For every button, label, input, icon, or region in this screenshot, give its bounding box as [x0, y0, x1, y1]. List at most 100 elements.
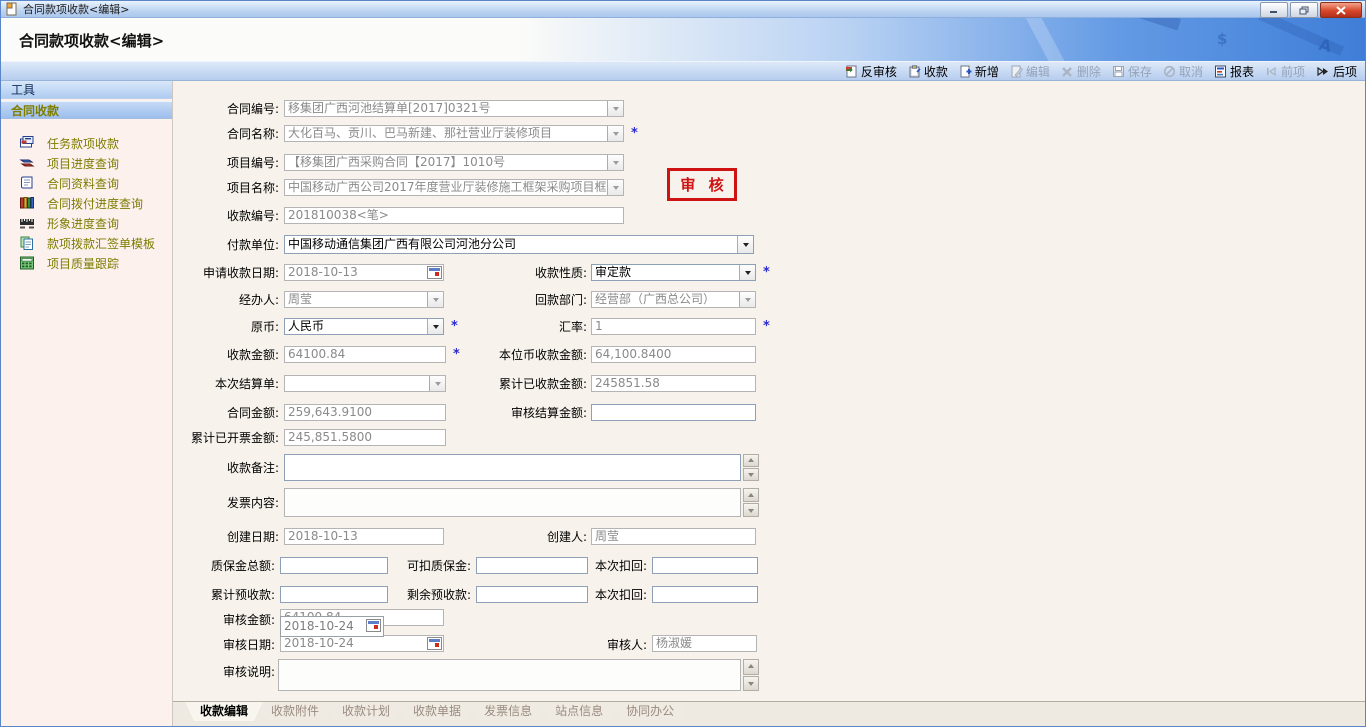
creator-value: 周莹: [595, 529, 619, 543]
sidebar-item-quality-track[interactable]: 项目质量跟踪: [1, 253, 172, 273]
anti-audit-button[interactable]: 反审核: [845, 63, 897, 80]
receipt-nature-dropdown-button[interactable]: [739, 265, 755, 280]
receipt-button[interactable]: 收款: [908, 63, 948, 80]
audit-settlement-field[interactable]: [591, 404, 756, 421]
cancel-button: 取消: [1163, 63, 1203, 80]
spin-up-icon: [743, 488, 759, 502]
receipt-label: 收款: [924, 63, 948, 80]
calendar-icon[interactable]: [427, 266, 442, 279]
audit-note-textarea[interactable]: [278, 659, 741, 691]
tab-receipt-bill[interactable]: 收款单据: [398, 702, 476, 721]
required-asterisk: *: [451, 320, 458, 334]
edit-icon: [1010, 65, 1023, 78]
tab-receipt-attachment[interactable]: 收款附件: [256, 702, 334, 721]
receipt-note-spinner[interactable]: [743, 454, 759, 481]
sidebar-item-task-receipt[interactable]: 任务款项收款: [1, 133, 172, 153]
minimize-button[interactable]: [1260, 2, 1288, 18]
floating-date-value: 2018-10-24: [284, 619, 354, 633]
receipt-nature-field[interactable]: 审定款: [591, 264, 756, 281]
payer-dropdown-button[interactable]: [737, 236, 753, 253]
apply-date-field[interactable]: 2018-10-13: [284, 264, 444, 281]
restore-button[interactable]: [1290, 2, 1318, 18]
audit-note-spinner[interactable]: [743, 659, 759, 691]
receipt-note-textarea[interactable]: [284, 454, 741, 481]
receipt-icon: [908, 65, 921, 78]
contract-name-field: 大化百马、贡川、巴马新建、那社营业厅装修项目: [284, 125, 624, 142]
apply-date-value: 2018-10-13: [288, 265, 358, 279]
close-button[interactable]: [1320, 2, 1362, 18]
sidebar-section-header[interactable]: 合同收款: [1, 101, 172, 119]
contract-no-label: 合同编号:: [161, 101, 279, 117]
sidebar-item-appropriation-progress[interactable]: 合同拨付进度查询: [1, 193, 172, 213]
anti-audit-label: 反审核: [861, 63, 897, 80]
invoice-content-label: 发票内容:: [161, 495, 279, 511]
spin-down-icon[interactable]: [743, 676, 759, 692]
window-title: 合同款项收款<编辑>: [23, 1, 129, 17]
return-dept-field: 经营部（广西总公司）: [591, 291, 756, 308]
spin-up-icon[interactable]: [743, 454, 759, 467]
tab-label: 站点信息: [555, 704, 603, 718]
add-icon: [959, 65, 972, 78]
tab-invoice-info[interactable]: 发票信息: [469, 702, 547, 721]
receipt-amount-field[interactable]: 64100.84: [284, 346, 446, 363]
currency-dropdown-button[interactable]: [427, 319, 443, 334]
return-dept-dropdown-button: [739, 292, 755, 307]
spin-down-icon: [743, 503, 759, 517]
page-title: 合同款项收款<编辑>: [19, 30, 164, 51]
tab-label: 收款附件: [271, 704, 319, 718]
project-no-value: 【移集团广西采购合同【2017】1010号: [288, 155, 505, 169]
sidebar-item-project-progress[interactable]: 项目进度查询: [1, 153, 172, 173]
appropriation-progress-icon: [19, 195, 35, 211]
contract-no-value: 移集团广西河池结算单[2017]0321号: [288, 101, 490, 115]
tab-receipt-edit[interactable]: 收款编辑: [185, 702, 263, 721]
create-date-field: 2018-10-13: [284, 528, 444, 545]
sidebar-item-template[interactable]: 款项拨款汇签单模板: [1, 233, 172, 253]
calendar-icon[interactable]: [366, 619, 381, 632]
edit-label: 编辑: [1026, 63, 1050, 80]
sidebar: 工具 合同收款 任务款项收款 项目进度查询: [1, 81, 173, 727]
sidebar-item-label: 项目质量跟踪: [47, 255, 119, 272]
minimize-icon: [1269, 6, 1279, 14]
payer-label: 付款单位:: [161, 237, 279, 253]
calendar-icon[interactable]: [427, 637, 442, 650]
auditor-value: 杨淑媛: [656, 636, 692, 650]
tab-site-info[interactable]: 站点信息: [540, 702, 618, 721]
next-button[interactable]: 后项: [1316, 63, 1357, 80]
tab-receipt-plan[interactable]: 收款计划: [327, 702, 405, 721]
contract-no-field: 移集团广西河池结算单[2017]0321号: [284, 100, 624, 117]
project-name-field: 中国移动广西公司2017年度营业厅装修施工框架采购项目框架: [284, 179, 624, 196]
contract-name-dropdown-button: [607, 126, 623, 141]
project-no-label: 项目编号:: [161, 155, 279, 171]
edit-button: 编辑: [1010, 63, 1050, 80]
floating-date-picker[interactable]: 2018-10-24: [280, 616, 384, 637]
audit-date-field[interactable]: 2018-10-24: [280, 635, 444, 652]
sidebar-tools-header[interactable]: 工具: [1, 81, 172, 99]
currency-field[interactable]: 人民币: [284, 318, 444, 335]
receipt-nature-label: 收款性质:: [471, 265, 587, 281]
warranty-total-field[interactable]: [280, 557, 388, 574]
previous-icon: [1265, 65, 1278, 78]
create-date-label: 创建日期:: [161, 529, 279, 545]
receipt-no-label: 收款编号:: [161, 208, 279, 224]
tab-collaboration[interactable]: 协同办公: [611, 702, 689, 721]
sidebar-item-contract-doc[interactable]: 合同资料查询: [1, 173, 172, 193]
cumulative-advance-label: 累计预收款:: [157, 587, 275, 600]
cumulative-advance-field[interactable]: [280, 586, 388, 603]
audit-amount-label: 审核金额:: [157, 612, 275, 628]
receipt-no-field: 201810038<笔>: [284, 207, 624, 224]
receipt-no-value: 201810038<笔>: [288, 208, 389, 222]
quality-track-icon: [19, 255, 35, 271]
sidebar-item-image-progress[interactable]: 形象进度查询: [1, 213, 172, 233]
add-button[interactable]: 新增: [959, 63, 999, 80]
audit-note-label: 审核说明:: [157, 664, 275, 680]
sidebar-item-label: 形象进度查询: [47, 215, 119, 232]
cumulative-received-value: 245851.58: [595, 376, 660, 390]
deduct-this2-field[interactable]: [652, 586, 758, 603]
cumulative-invoiced-value: 245,851.5800: [288, 430, 372, 444]
report-label: 报表: [1230, 63, 1254, 80]
report-button[interactable]: 报表: [1214, 63, 1254, 80]
deduct-this-field[interactable]: [652, 557, 758, 574]
spin-up-icon[interactable]: [743, 659, 759, 675]
spin-down-icon[interactable]: [743, 468, 759, 481]
payer-field[interactable]: 中国移动通信集团广西有限公司河池分公司: [284, 235, 754, 254]
